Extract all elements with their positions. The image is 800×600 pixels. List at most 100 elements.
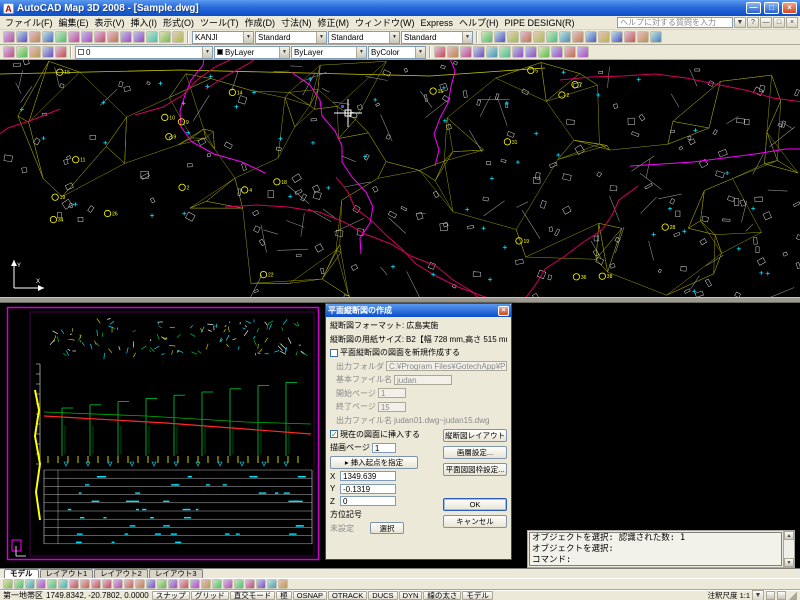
help-search-input[interactable]: ヘルプに対する質問を入力: [617, 17, 733, 28]
status-toggle-2[interactable]: 直交モード: [230, 591, 276, 600]
layout-tab-2[interactable]: レイアウト2: [94, 569, 148, 578]
paste-icon[interactable]: [107, 31, 119, 43]
menu-item-9[interactable]: ウィンドウ(W): [352, 17, 418, 29]
group-manager-icon[interactable]: [538, 46, 550, 58]
topology-edit-icon[interactable]: [146, 579, 156, 589]
menu-item-6[interactable]: 作成(D): [242, 17, 279, 29]
xref-manager-icon[interactable]: [551, 46, 563, 58]
drawing-set-icon[interactable]: [113, 579, 123, 589]
ok-button[interactable]: OK: [443, 498, 507, 511]
markup-set-manager-icon[interactable]: [559, 31, 571, 43]
layout-tab-1[interactable]: レイアウト1: [40, 569, 94, 578]
status-tray-icon[interactable]: [777, 591, 786, 600]
command-scrollbar[interactable]: ▲ ▼: [783, 531, 794, 567]
layer-properties-manager-icon[interactable]: [3, 46, 15, 58]
layer-isolate-icon[interactable]: [55, 46, 67, 58]
quickcalc-icon[interactable]: [572, 31, 584, 43]
z-field[interactable]: 0: [340, 496, 396, 506]
scrollbar-track[interactable]: [784, 540, 794, 558]
polygon-create-icon[interactable]: [201, 579, 211, 589]
search-arrow-icon[interactable]: ▼: [734, 17, 746, 28]
layout-tab-0[interactable]: モデル: [4, 569, 39, 578]
plot-icon[interactable]: [42, 31, 54, 43]
menu-item-2[interactable]: 表示(V): [92, 17, 128, 29]
help-icon[interactable]: ?: [747, 17, 759, 28]
layout-tab-3[interactable]: レイアウト3: [149, 569, 203, 578]
map-help-icon[interactable]: [278, 579, 288, 589]
doc-close-button[interactable]: ×: [786, 17, 798, 28]
redo-icon[interactable]: [146, 31, 158, 43]
workspace-settings-icon[interactable]: [650, 31, 662, 43]
publish-icon[interactable]: [68, 31, 80, 43]
close-button[interactable]: ×: [782, 2, 797, 14]
properties-icon[interactable]: [507, 31, 519, 43]
sheetset-manager-icon[interactable]: [546, 31, 558, 43]
menu-item-0[interactable]: ファイル(F): [2, 17, 56, 29]
topology-create-icon[interactable]: [135, 579, 145, 589]
text-style-manager-icon[interactable]: [460, 46, 472, 58]
restore-button[interactable]: □: [764, 2, 779, 14]
text-style-combo[interactable]: KANJI ▼: [192, 31, 254, 44]
layer-previous-icon[interactable]: [16, 46, 28, 58]
insert-into-current-checkbox[interactable]: ✓ 現在の図面に挿入する: [330, 429, 440, 440]
designcenter-icon[interactable]: [520, 31, 532, 43]
menu-item-12[interactable]: PIPE DESIGN(R): [502, 17, 578, 29]
cancel-button[interactable]: キャンセル: [443, 515, 507, 528]
annotation-scale-value[interactable]: 1:1: [740, 591, 750, 600]
menu-item-4[interactable]: 形式(O): [160, 17, 197, 29]
tool-palettes-icon[interactable]: [533, 31, 545, 43]
named-views-icon[interactable]: [637, 31, 649, 43]
zoom-window-icon[interactable]: [481, 31, 493, 43]
linetype-manager-icon[interactable]: [434, 46, 446, 58]
pan-realtime-icon[interactable]: [159, 31, 171, 43]
qnew-icon[interactable]: [3, 31, 15, 43]
coordinates-readout[interactable]: 1749.8342, -20.7802, 0.0000: [46, 591, 149, 600]
plotstyle-combo[interactable]: ByColor ▼: [368, 46, 426, 59]
zoom-realtime-icon[interactable]: [172, 31, 184, 43]
create-new-drawing-checkbox[interactable]: 平面縦断図の図面を新規作成する: [330, 347, 507, 358]
layer-states-manager-icon[interactable]: [29, 46, 41, 58]
data-table-icon[interactable]: [58, 579, 68, 589]
annotation-scale-arrow-icon[interactable]: ▼: [752, 590, 764, 600]
display-manager-icon[interactable]: [14, 579, 24, 589]
zoom-previous-icon[interactable]: [494, 31, 506, 43]
status-toggle-8[interactable]: 線の太さ: [423, 591, 461, 600]
map-explorer-icon[interactable]: [3, 579, 13, 589]
doc-restore-button[interactable]: □: [773, 17, 785, 28]
object-data-icon[interactable]: [69, 579, 79, 589]
select-direction-button[interactable]: 選択: [370, 522, 404, 534]
top-viewport[interactable]: 2219181441938342628111023659152159731XY: [0, 60, 800, 297]
save-icon[interactable]: [29, 31, 41, 43]
linetype-combo[interactable]: ByLayer ▼: [291, 46, 367, 59]
export-map-icon[interactable]: [91, 579, 101, 589]
frame-settings-button[interactable]: 平面図図枠設定...: [443, 463, 507, 476]
render-icon[interactable]: [611, 31, 623, 43]
define-query-icon[interactable]: [36, 579, 46, 589]
menu-item-11[interactable]: ヘルプ(H): [456, 17, 502, 29]
menu-item-10[interactable]: Express: [418, 17, 457, 29]
table-style-manager-icon[interactable]: [486, 46, 498, 58]
map-book-icon[interactable]: [25, 579, 35, 589]
status-toggle-5[interactable]: OTRACK: [328, 591, 367, 600]
toolbar-lock-icon[interactable]: [766, 591, 775, 600]
menu-item-1[interactable]: 編集(E): [56, 17, 92, 29]
run-query-icon[interactable]: [47, 579, 57, 589]
lineweight-settings-icon[interactable]: [447, 46, 459, 58]
3d-orbit-icon[interactable]: [624, 31, 636, 43]
save-to-source-icon[interactable]: [245, 579, 255, 589]
layer-settings-button[interactable]: 画層設定...: [443, 446, 507, 459]
menu-item-8[interactable]: 修正(M): [315, 17, 353, 29]
command-window[interactable]: オブジェクトを選択: 認識された数: 1オブジェクトを選択:コマンド: ▲ ▼: [527, 530, 795, 568]
scroll-up-icon[interactable]: ▲: [784, 531, 794, 540]
import-map-icon[interactable]: [80, 579, 90, 589]
menu-item-7[interactable]: 寸法(N): [278, 17, 315, 29]
color-combo[interactable]: ByLayer ▼: [214, 46, 290, 59]
map-options-icon[interactable]: [267, 579, 277, 589]
profile-layout-button[interactable]: 縦断図レイアウト: [443, 429, 507, 442]
buffer-analysis-icon[interactable]: [157, 579, 167, 589]
status-toggle-6[interactable]: DUCS: [368, 591, 397, 600]
specify-origin-button[interactable]: ▸ 挿入起点を指定: [330, 456, 418, 469]
object-color-icon[interactable]: [499, 46, 511, 58]
copy-icon[interactable]: [94, 31, 106, 43]
status-toggle-4[interactable]: OSNAP: [293, 591, 327, 600]
